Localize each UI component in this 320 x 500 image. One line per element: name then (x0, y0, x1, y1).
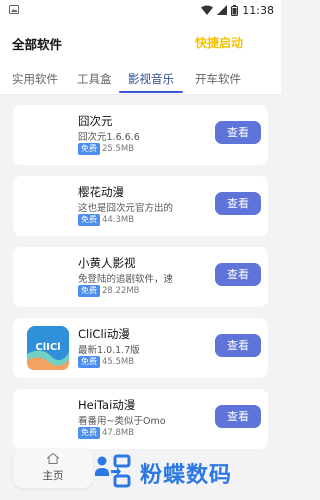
app-name: 小黄人影视 (78, 256, 136, 270)
free-badge: 免费 (78, 143, 100, 155)
free-badge: 免费 (78, 214, 100, 226)
watermark-text: 粉蝶数码 (140, 463, 233, 488)
page-title: 全部软件 (12, 37, 63, 52)
app-size: 44.3MB (102, 215, 135, 225)
app-size: 25.5MB (102, 144, 135, 154)
tab-toolbox[interactable]: 工具盒 (77, 71, 112, 87)
svg-text:ClICl: ClICl (35, 342, 60, 353)
status-bar: 11:38 (0, 0, 281, 20)
tab-utility[interactable]: 实用软件 (12, 71, 58, 87)
app-size: 28.22MB (102, 286, 140, 296)
app-header: 全部软件 快捷启动 (0, 20, 281, 66)
status-time: 11:38 (242, 3, 274, 17)
app-icon (27, 113, 69, 157)
view-button[interactable]: 查看 (215, 263, 261, 286)
free-badge: 免费 (78, 427, 100, 439)
app-name: HeiTai动漫 (78, 398, 136, 412)
tab-driving[interactable]: 开车软件 (195, 71, 241, 87)
clicli-logo-icon: ClICl (27, 326, 69, 370)
app-meta: 免费 47.8MB (78, 427, 134, 439)
app-size: 45.5MB (102, 357, 135, 367)
app-meta: 免费 45.5MB (78, 356, 134, 368)
app-description: 免登陆的追剧软件，速 (78, 274, 174, 285)
battery-icon (231, 4, 239, 16)
signal-icon (217, 5, 228, 15)
watermark-logo-icon (95, 454, 131, 488)
app-meta: 免费 44.3MB (78, 214, 134, 226)
bottom-nav: 主页 粉蝶数码 (0, 448, 281, 500)
nav-home[interactable]: 主页 (13, 448, 93, 488)
view-button[interactable]: 查看 (215, 405, 261, 428)
list-item[interactable]: 樱花动漫 这也是囧次元官方出的 免费 44.3MB 查看 (13, 176, 268, 236)
free-badge: 免费 (78, 356, 100, 368)
app-icon (27, 397, 69, 441)
app-name: 樱花动漫 (78, 185, 124, 199)
app-description: 囧次元1.6.6.6 (78, 132, 140, 143)
free-badge: 免费 (78, 285, 100, 297)
nav-home-label: 主页 (42, 470, 64, 482)
list-item[interactable]: 囧次元 囧次元1.6.6.6 免费 25.5MB 查看 (13, 105, 268, 165)
view-button[interactable]: 查看 (215, 192, 261, 215)
app-size: 47.8MB (102, 428, 135, 438)
quick-launch-button[interactable]: 快捷启动 (195, 34, 243, 51)
list-item[interactable]: HeiTai动漫 看番用~类似于Omo 免费 47.8MB 查看 (13, 389, 268, 449)
home-icon (47, 453, 59, 464)
app-description: 这也是囧次元官方出的 (78, 203, 174, 214)
app-name: 囧次元 (78, 114, 113, 128)
wifi-icon (201, 5, 214, 15)
view-button[interactable]: 查看 (215, 334, 261, 357)
app-meta: 免费 25.5MB (78, 143, 134, 155)
active-tab-indicator (119, 91, 183, 93)
app-icon (27, 255, 69, 299)
app-icon (27, 184, 69, 228)
image-icon (9, 5, 19, 14)
category-tabs: 实用软件 工具盒 影视音乐 开车软件 (0, 66, 281, 95)
app-name: CliCli动漫 (78, 327, 130, 341)
app-description: 最新1.0.1.7版 (78, 345, 140, 356)
view-button[interactable]: 查看 (215, 121, 261, 144)
app-description: 看番用~类似于Omo (78, 416, 166, 427)
tab-video-music[interactable]: 影视音乐 (128, 71, 174, 87)
list-item[interactable]: ClICl CliCli动漫 最新1.0.1.7版 免费 45.5MB 查看 (13, 318, 268, 378)
list-item[interactable]: 小黄人影视 免登陆的追剧软件，速 免费 28.22MB 查看 (13, 247, 268, 307)
app-meta: 免费 28.22MB (78, 285, 140, 297)
